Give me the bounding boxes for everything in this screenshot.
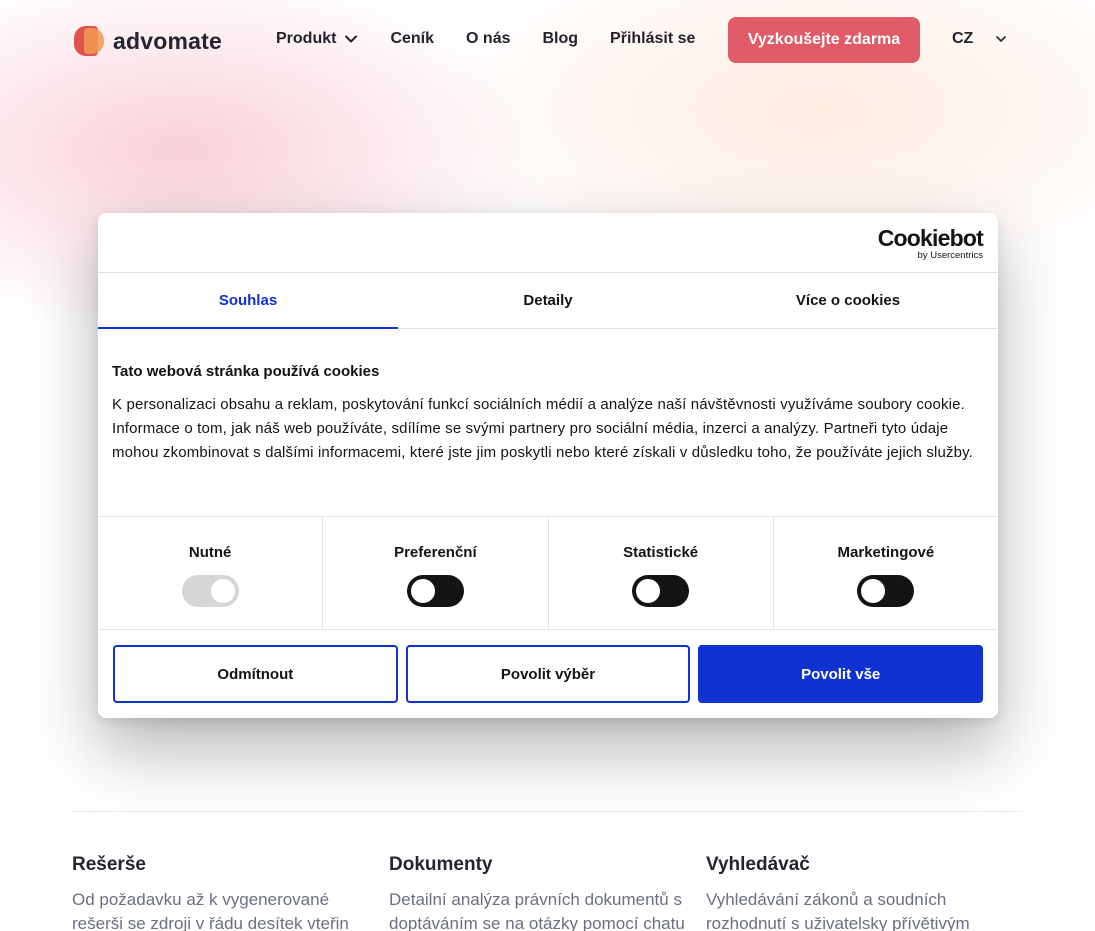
chevron-down-icon <box>345 35 358 43</box>
toggle-group-marketingove: Marketingové <box>774 517 998 629</box>
reject-button[interactable]: Odmítnout <box>113 645 398 703</box>
cookiebot-wordmark: Cookiebot <box>877 225 984 251</box>
feature-reserse: Rešerše Od požadavku až k vygenerované r… <box>72 854 389 931</box>
nav-item-label: Produkt <box>276 30 337 47</box>
feature-vyhledavac: Vyhledávač Vyhledávání zákonů a soudních… <box>706 854 1023 931</box>
language-label: CZ <box>952 30 974 47</box>
preferences-toggle[interactable] <box>406 575 464 607</box>
try-free-button[interactable]: Vyzkoušejte zdarma <box>728 17 920 63</box>
dialog-description: K personalizaci obsahu a reklam, poskyto… <box>112 396 973 461</box>
necessary-toggle <box>181 575 239 607</box>
statistics-toggle[interactable] <box>632 575 690 607</box>
feature-title: Vyhledávač <box>706 854 810 875</box>
consent-toggles: Nutné Preferenční Statistické Marketingo… <box>98 517 998 630</box>
site-header: advomate Produkt Ceník O nás Blog Přihlá… <box>0 0 1095 80</box>
nav-item-produkt[interactable]: Produkt <box>276 30 358 48</box>
toggle-label: Statistické <box>623 544 699 561</box>
language-selector[interactable]: CZ <box>952 30 1007 48</box>
tab-souhlas[interactable]: Souhlas <box>98 273 398 329</box>
cookiebot-logo[interactable]: Cookiebot by Usercentrics <box>877 225 984 262</box>
feature-dokumenty: Dokumenty Detailní analýza právních doku… <box>389 854 706 931</box>
chevron-down-icon <box>996 36 1007 42</box>
dialog-header: Cookiebot by Usercentrics <box>98 213 998 273</box>
allow-selection-button[interactable]: Povolit výběr <box>405 645 691 703</box>
dialog-title: Tato webová stránka používá cookies <box>112 363 380 380</box>
toggle-label: Marketingové <box>837 544 935 561</box>
logo-text: advomate <box>113 27 222 54</box>
toggle-group-statisticke: Statistické <box>549 517 774 629</box>
logo-mark-icon <box>74 25 106 57</box>
feature-title: Rešerše <box>72 854 146 875</box>
toggle-group-preferencni: Preferenční <box>323 517 549 629</box>
main-nav: Produkt Ceník O nás Blog Přihlásit se <box>276 30 727 48</box>
feature-title: Dokumenty <box>389 854 493 875</box>
tab-vice-o-cookies[interactable]: Více o cookies <box>698 273 998 328</box>
logo[interactable]: advomate <box>74 24 222 58</box>
cookiebot-byline: by Usercentrics <box>917 250 983 261</box>
dialog-tabs: Souhlas Detaily Více o cookies <box>98 273 998 329</box>
cookie-consent-dialog: Cookiebot by Usercentrics Souhlas Detail… <box>98 213 998 718</box>
nav-item-login[interactable]: Přihlásit se <box>610 30 695 48</box>
nav-item-o-nas[interactable]: O nás <box>466 30 510 48</box>
toggle-group-nutne: Nutné <box>98 517 324 629</box>
feature-text: Vyhledávání zákonů a soudních rozhodnutí… <box>706 890 970 931</box>
tab-detaily[interactable]: Detaily <box>398 273 698 328</box>
marketing-toggle[interactable] <box>857 575 915 607</box>
toggle-label: Nutné <box>188 544 232 561</box>
allow-all-button[interactable]: Povolit vše <box>698 645 984 703</box>
feature-text: Od požadavku až k vygenerované rešerši s… <box>72 890 349 931</box>
feature-text: Detailní analýza právních dokumentů s do… <box>389 890 685 931</box>
section-divider <box>72 811 1023 812</box>
toggle-label: Preferenční <box>394 544 477 561</box>
dialog-buttons: Odmítnout Povolit výběr Povolit vše <box>98 630 998 703</box>
features-section: Rešerše Od požadavku až k vygenerované r… <box>72 854 1023 931</box>
nav-item-cenik[interactable]: Ceník <box>390 30 434 48</box>
nav-item-blog[interactable]: Blog <box>543 30 579 48</box>
dialog-body: Tato webová stránka používá cookies K pe… <box>98 329 998 517</box>
